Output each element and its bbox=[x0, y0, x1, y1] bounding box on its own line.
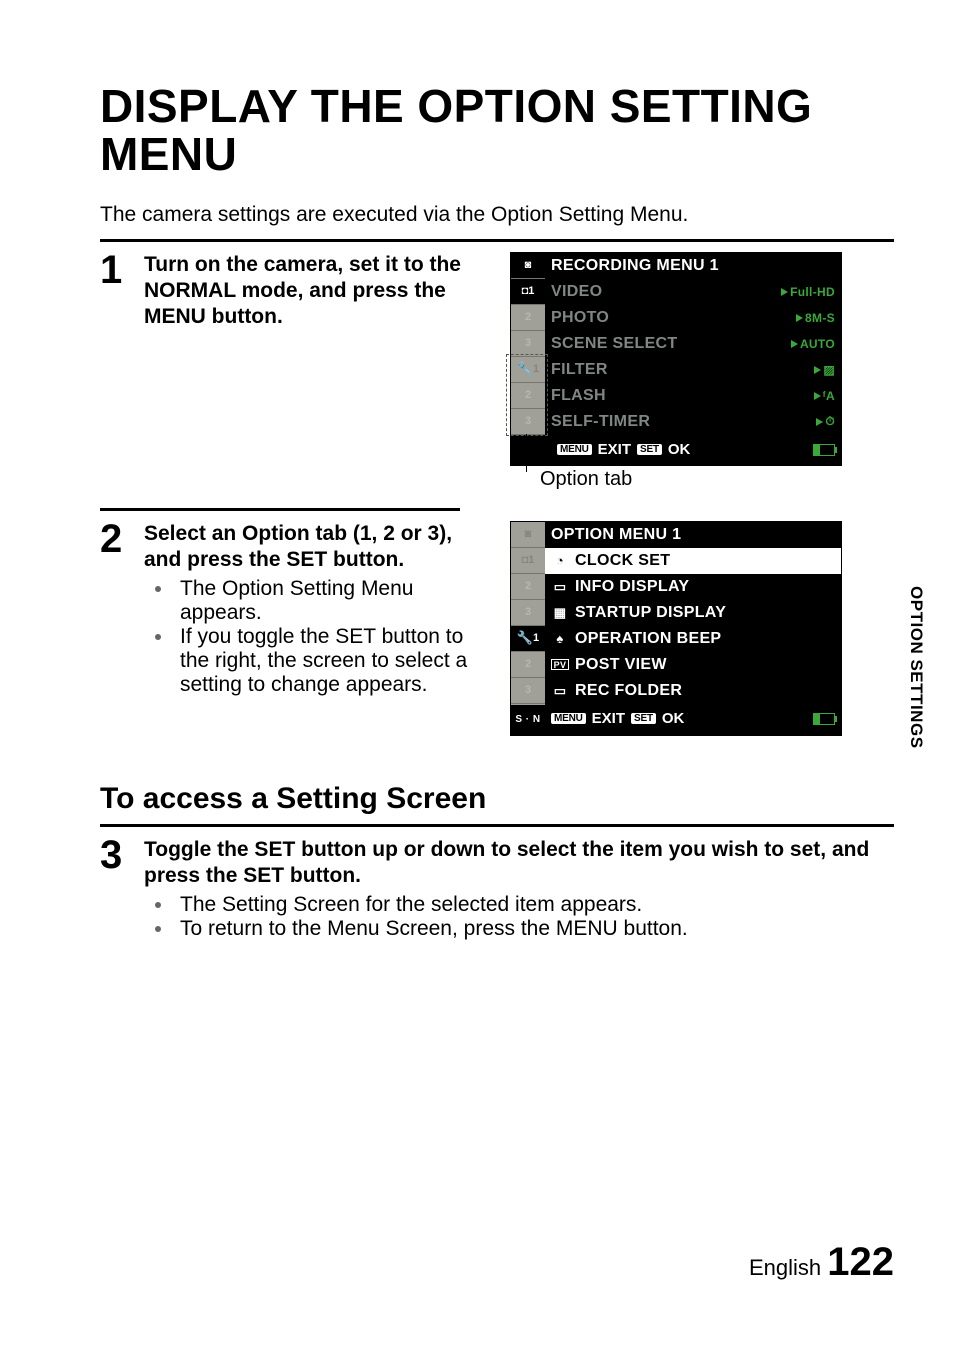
divider-half bbox=[100, 508, 460, 511]
lcd-row-label: ▦STARTUP DISPLAY bbox=[545, 600, 841, 626]
step-number: 2 bbox=[100, 521, 144, 557]
lcd-bottom-tab-3: 3 bbox=[511, 678, 545, 704]
beep-icon: ♠ bbox=[551, 631, 569, 646]
lcd-set-pill: SET bbox=[631, 713, 656, 724]
lcd-row-selected: ◔CLOCK SET bbox=[545, 548, 841, 574]
lcd-top-tab-3: 3 bbox=[511, 600, 545, 626]
page-title: DISPLAY THE OPTION SETTING MENU bbox=[100, 82, 894, 179]
step-lead-text: Turn on the camera, set it to the NORMAL… bbox=[144, 252, 480, 331]
lcd-top-tab-1: ◘1 bbox=[511, 279, 545, 305]
step-number: 1 bbox=[100, 252, 144, 288]
lcd-row-label: FLASHᶠA bbox=[545, 383, 841, 409]
lcd-menu-pill: MENU bbox=[557, 444, 592, 455]
lcd-menu-pill: MENU bbox=[551, 713, 586, 724]
lcd-footer-bar: MENU EXIT SET OK bbox=[545, 704, 841, 734]
option-tab-highlight bbox=[506, 354, 548, 436]
lcd-battery-icon bbox=[813, 444, 835, 456]
lcd-sn-badge: S · N bbox=[511, 704, 545, 735]
lcd-row-label: SELF-TIMER⏱ bbox=[545, 409, 841, 435]
lcd-top-tab-2: 2 bbox=[511, 305, 545, 331]
divider bbox=[100, 239, 894, 242]
lcd-row-label: PHOTO8M-S bbox=[545, 305, 841, 331]
lcd-exit-label: EXIT bbox=[592, 710, 625, 727]
step-bullet: The Setting Screen for the selected item… bbox=[174, 893, 894, 917]
step-bullet: The Option Setting Menu appears. bbox=[174, 577, 480, 625]
lcd-bottom-tab-1: 🔧1 bbox=[511, 626, 545, 652]
step-bullet: To return to the Menu Screen, press the … bbox=[174, 917, 894, 941]
lcd-row-label: SCENE SELECTAUTO bbox=[545, 331, 841, 357]
divider bbox=[100, 824, 894, 827]
lcd-title: RECORDING MENU 1 bbox=[545, 253, 841, 279]
step-lead-text: Select an Option tab (1, 2 or 3), and pr… bbox=[144, 521, 480, 574]
lcd-camera-tab-icon: ◙ bbox=[511, 253, 545, 279]
lcd-row-label: ▭INFO DISPLAY bbox=[545, 574, 841, 600]
step-bullet: If you toggle the SET button to the righ… bbox=[174, 625, 480, 697]
section-side-label: OPTION SETTINGS bbox=[906, 586, 926, 749]
subheading: To access a Setting Screen bbox=[100, 782, 894, 816]
step-number: 3 bbox=[100, 837, 144, 873]
lcd-title: OPTION MENU 1 bbox=[545, 522, 841, 548]
lcd-row-label: FILTER▨ bbox=[545, 357, 841, 383]
lcd-top-tab-2: 2 bbox=[511, 574, 545, 600]
lcd-ok-label: OK bbox=[662, 710, 685, 727]
startup-icon: ▦ bbox=[551, 605, 569, 621]
postview-icon: PV bbox=[551, 659, 569, 670]
callout-line bbox=[526, 434, 527, 472]
folder-icon: ▭ bbox=[551, 683, 569, 699]
callout-option-tab: Option tab bbox=[540, 468, 632, 491]
lcd-camera-tab-icon: ◙ bbox=[511, 522, 545, 548]
step-lead-text: Toggle the SET button up or down to sele… bbox=[144, 837, 894, 890]
lcd-exit-label: EXIT bbox=[598, 441, 631, 458]
lcd-row-label: ♠OPERATION BEEP bbox=[545, 626, 841, 652]
lcd-bottom-tab-2: 2 bbox=[511, 652, 545, 678]
lcd-ok-label: OK bbox=[668, 441, 691, 458]
lcd-battery-icon bbox=[813, 713, 835, 725]
lcd-row-label: PVPOST VIEW bbox=[545, 652, 841, 678]
footer-page-number: 122 bbox=[827, 1240, 894, 1284]
intro-text: The camera settings are executed via the… bbox=[100, 203, 894, 227]
page-footer: English 122 bbox=[749, 1240, 894, 1285]
lcd-footer-bar: MENU EXIT SET OK bbox=[511, 435, 841, 465]
lcd-row-label: ▭REC FOLDER bbox=[545, 678, 841, 704]
lcd-set-pill: SET bbox=[637, 444, 662, 455]
clock-icon: ◔ bbox=[551, 553, 569, 568]
lcd-row-label: VIDEOFull-HD bbox=[545, 279, 841, 305]
footer-language: English bbox=[749, 1255, 821, 1280]
display-icon: ▭ bbox=[551, 579, 569, 595]
lcd-screenshot-recording-menu: ◙ RECORDING MENU 1 ◘1 VIDEOFull-HD 2 PHO… bbox=[510, 252, 842, 466]
lcd-top-tab-1: ◘1 bbox=[511, 548, 545, 574]
lcd-screenshot-option-menu: ◙ OPTION MENU 1 ◘1 ◔CLOCK SET 2 ▭INFO DI… bbox=[510, 521, 842, 736]
